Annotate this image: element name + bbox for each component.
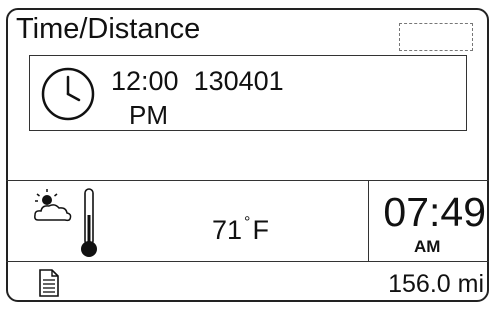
- time-setting-time: 12:00: [111, 66, 179, 96]
- time-setting-code: 130401: [193, 66, 284, 96]
- outside-temperature: 71 °F: [212, 208, 269, 245]
- temperature-value: 71: [212, 215, 243, 245]
- weather-sun-cloud-icon: [34, 189, 72, 222]
- degree-symbol: °: [244, 214, 251, 231]
- divider-vertical: [368, 180, 369, 262]
- document-icon: [39, 269, 59, 297]
- current-time-period: AM: [414, 237, 441, 256]
- thermometer-icon: [81, 188, 97, 257]
- screen-title: Time/Distance: [16, 13, 201, 45]
- current-time: 07:49: [383, 189, 486, 235]
- time-setting-row: 12:00 130401: [111, 66, 284, 96]
- odometer-distance: 156.0 mi: [388, 270, 484, 298]
- divider-lower: [6, 261, 489, 262]
- time-setting-period: PM: [129, 100, 168, 130]
- clock-icon: [41, 67, 95, 121]
- placeholder-indicator: [399, 23, 473, 51]
- temperature-unit: F: [252, 215, 269, 245]
- divider-upper: [6, 180, 489, 181]
